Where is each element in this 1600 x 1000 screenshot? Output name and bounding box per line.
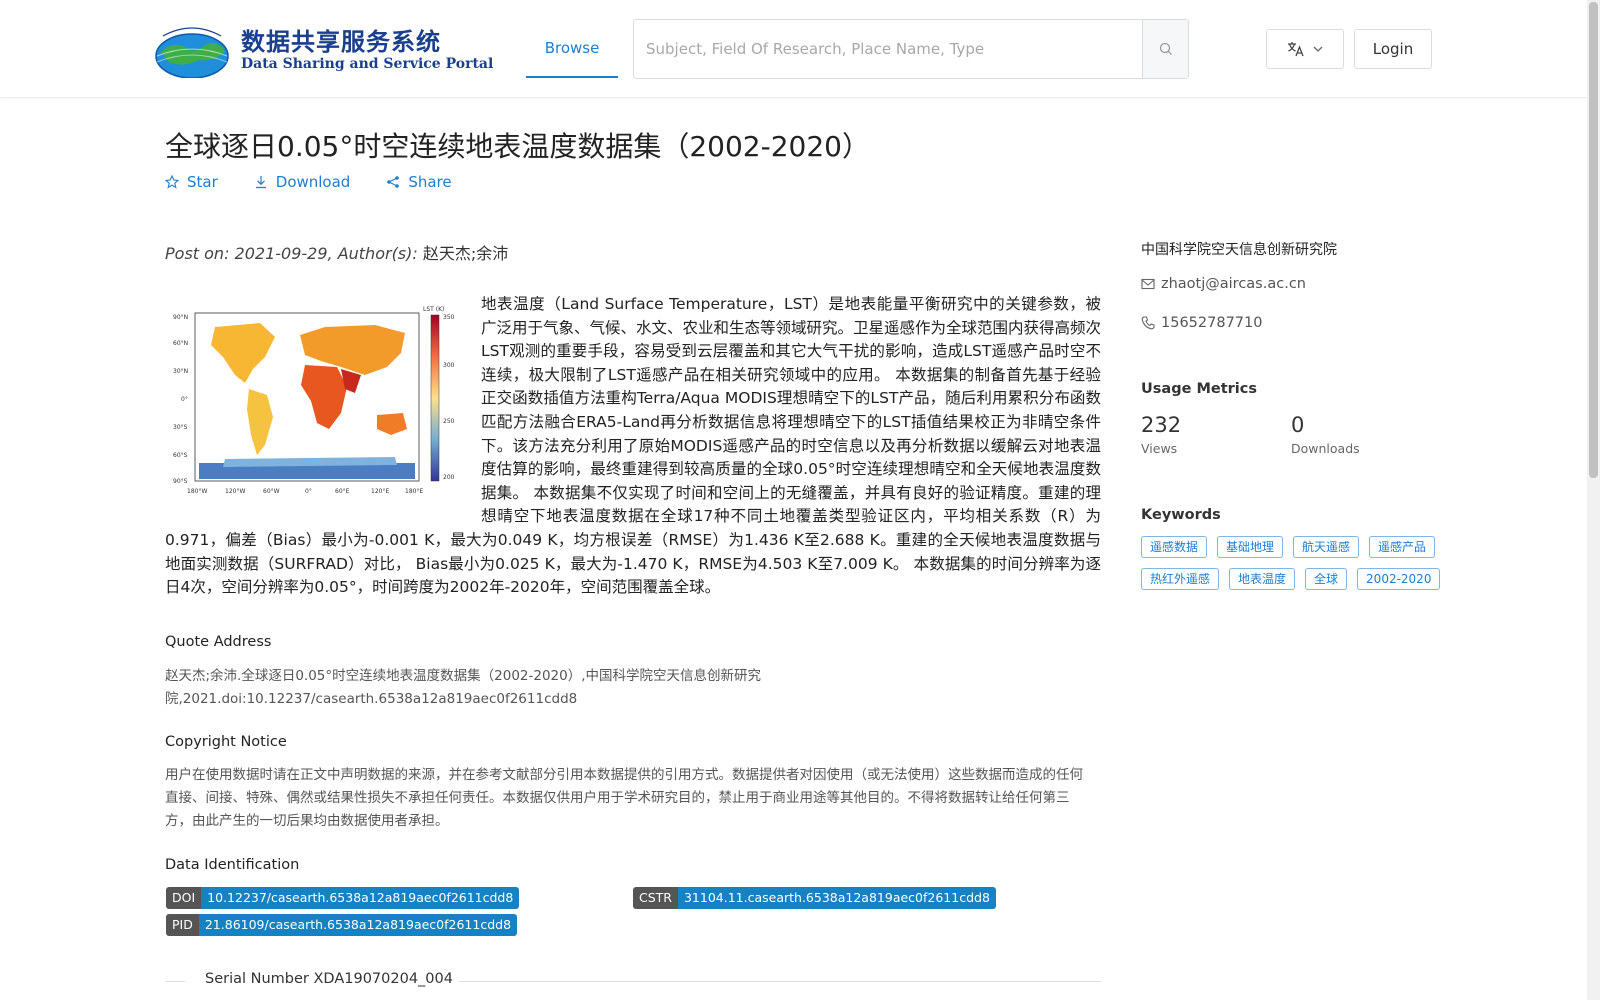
star-button[interactable]: Star xyxy=(165,173,218,191)
download-icon xyxy=(255,176,266,189)
logo-title-cn: 数据共享服务系统 xyxy=(241,28,441,56)
svg-text:30°S: 30°S xyxy=(173,424,188,431)
svg-text:30°N: 30°N xyxy=(173,368,188,375)
divider-line xyxy=(165,981,185,982)
svg-text:90°N: 90°N xyxy=(173,314,188,321)
download-button[interactable]: Download xyxy=(254,173,351,191)
keyword-tag[interactable]: 遥感产品 xyxy=(1369,536,1436,558)
globe-logo-icon xyxy=(155,27,229,78)
svg-text:90°S: 90°S xyxy=(173,478,188,485)
svg-text:0°: 0° xyxy=(305,488,312,495)
nav-browse-tab[interactable]: Browse xyxy=(526,20,618,78)
dataset-title: 全球逐日0.05°时空连续地表温度数据集（2002-2020） xyxy=(165,130,870,163)
download-label: Download xyxy=(275,173,351,191)
keyword-tag[interactable]: 遥感数据 xyxy=(1141,536,1208,558)
phone-icon xyxy=(1141,316,1155,330)
views-metric: 232 Views xyxy=(1141,413,1181,456)
page-scrollbar[interactable] xyxy=(1587,0,1600,1000)
star-icon xyxy=(165,175,179,189)
doi-key: DOI xyxy=(166,887,202,909)
svg-text:180°E: 180°E xyxy=(405,488,423,495)
downloads-count: 0 xyxy=(1291,413,1305,437)
cstr-value: 31104.11.casearth.6538a12a819aec0f2611cd… xyxy=(677,887,996,909)
quote-text: 赵天杰;余沛.全球逐日0.05°时空连续地表温度数据集（2002-2020）,中… xyxy=(165,668,762,707)
keyword-tag[interactable]: 航天遥感 xyxy=(1293,536,1360,558)
quote-heading: Quote Address xyxy=(165,634,272,650)
dataset-actions: Star Download Share xyxy=(165,173,452,191)
logo-title-en: Data Sharing and Service Portal xyxy=(241,56,494,72)
downloads-metric: 0 Downloads xyxy=(1291,413,1360,456)
keyword-list: 遥感数据 基础地理 航天遥感 遥感产品 热红外遥感 地表温度 全球 2002-2… xyxy=(1141,536,1441,590)
views-label: Views xyxy=(1141,441,1178,456)
chevron-down-icon xyxy=(1313,46,1323,52)
translate-icon xyxy=(1288,42,1304,57)
svg-text:0°: 0° xyxy=(181,396,188,403)
star-label: Star xyxy=(187,173,218,191)
mail-icon xyxy=(1141,278,1155,290)
search-button[interactable] xyxy=(1142,20,1188,78)
keyword-tag[interactable]: 热红外遥感 xyxy=(1141,568,1220,590)
svg-text:300: 300 xyxy=(443,362,455,369)
doi-value: 10.12237/casearth.6538a12a819aec0f2611cd… xyxy=(201,887,520,909)
share-icon xyxy=(387,176,400,188)
pid-badge[interactable]: PID 21.86109/casearth.6538a12a819aec0f26… xyxy=(166,914,518,936)
cstr-key: CSTR xyxy=(633,887,678,909)
post-date: Post on: 2021-09-29, Author(s): xyxy=(165,244,423,263)
svg-text:120°W: 120°W xyxy=(225,488,245,495)
svg-text:200: 200 xyxy=(443,474,455,481)
divider-line xyxy=(459,981,1101,982)
keyword-tag[interactable]: 基础地理 xyxy=(1217,536,1284,558)
lst-map-thumbnail[interactable]: 90°N 60°N 30°N 0° 30°S 60°S 90°S 180°W 1… xyxy=(165,305,461,505)
keyword-tag[interactable]: 2002-2020 xyxy=(1357,568,1441,590)
pid-value: 21.86109/casearth.6538a12a819aec0f2611cd… xyxy=(198,914,518,936)
contact-phone[interactable]: 15652787710 xyxy=(1141,315,1441,331)
svg-text:LST (K): LST (K) xyxy=(423,306,444,313)
copyright-text: 用户在使用数据时请在正文中声明数据的来源，并在参考文献部分引用本数据提供的引用方… xyxy=(165,767,1083,829)
serial-number: Serial Number XDA19070204_004 xyxy=(205,971,453,987)
usage-metrics-heading: Usage Metrics xyxy=(1141,381,1257,397)
language-switcher[interactable] xyxy=(1266,29,1344,69)
scrollbar-thumb[interactable] xyxy=(1589,2,1598,478)
svg-text:250: 250 xyxy=(443,418,455,425)
data-identification-heading: Data Identification xyxy=(165,857,300,873)
svg-text:60°E: 60°E xyxy=(335,488,350,495)
downloads-label: Downloads xyxy=(1291,441,1360,456)
doi-badge[interactable]: DOI 10.12237/casearth.6538a12a819aec0f26… xyxy=(166,887,520,909)
keywords-heading: Keywords xyxy=(1141,507,1221,523)
phone-text: 15652787710 xyxy=(1161,315,1263,331)
share-button[interactable]: Share xyxy=(386,173,452,191)
svg-text:60°N: 60°N xyxy=(173,340,188,347)
authors: 赵天杰;余沛 xyxy=(422,244,509,263)
svg-text:60°W: 60°W xyxy=(263,488,280,495)
post-info: Post on: 2021-09-29, Author(s): 赵天杰;余沛 xyxy=(165,240,508,264)
cstr-badge[interactable]: CSTR 31104.11.casearth.6538a12a819aec0f2… xyxy=(633,887,996,909)
views-count: 232 xyxy=(1141,413,1182,437)
keyword-tag[interactable]: 全球 xyxy=(1305,568,1348,590)
copyright-heading: Copyright Notice xyxy=(165,734,287,750)
search-icon xyxy=(1159,42,1172,55)
contact-email[interactable]: zhaotj@aircas.ac.cn xyxy=(1141,276,1441,292)
login-button[interactable]: Login xyxy=(1354,29,1432,69)
email-text: zhaotj@aircas.ac.cn xyxy=(1161,276,1306,292)
svg-text:120°E: 120°E xyxy=(371,488,389,495)
keyword-tag[interactable]: 地表温度 xyxy=(1229,568,1296,590)
svg-text:180°W: 180°W xyxy=(187,488,207,495)
pid-key: PID xyxy=(166,914,199,936)
svg-text:60°S: 60°S xyxy=(173,452,188,459)
search-input[interactable] xyxy=(634,20,1142,78)
top-header: 数据共享服务系统 Data Sharing and Service Portal… xyxy=(0,0,1587,98)
site-logo[interactable]: 数据共享服务系统 Data Sharing and Service Portal xyxy=(153,20,493,80)
search-bar xyxy=(633,19,1189,79)
organization-name: 中国科学院空天信息创新研究院 xyxy=(1141,242,1337,258)
svg-text:350: 350 xyxy=(443,314,455,321)
serial-number-divider: Serial Number XDA19070204_004 xyxy=(165,970,1101,992)
share-label: Share xyxy=(408,173,452,191)
